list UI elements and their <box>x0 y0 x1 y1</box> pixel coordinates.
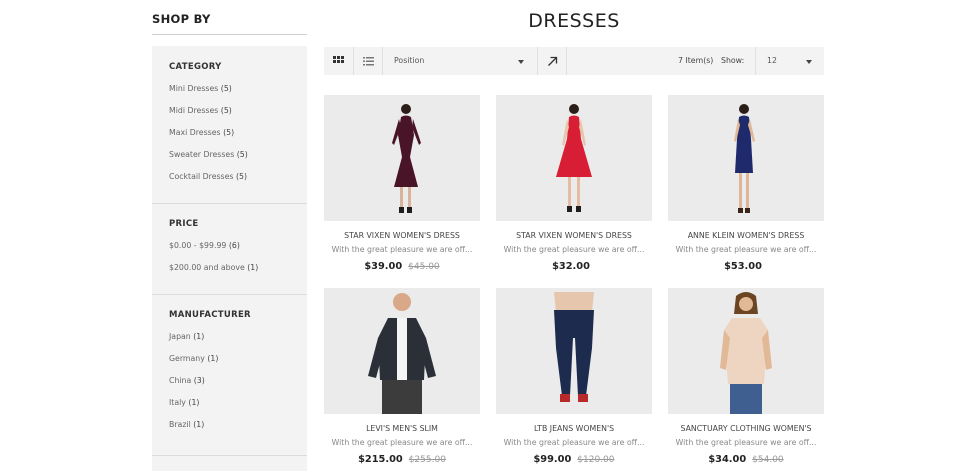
filter-item-cocktail-dresses[interactable]: Cocktail Dresses (5) <box>169 172 247 181</box>
shop-by-divider <box>152 34 307 35</box>
product-price-box: $99.00 $120.00 <box>496 454 652 465</box>
filter-panel: CATEGORY Mini Dresses (5) Midi Dresses (… <box>152 46 307 471</box>
list-view-button[interactable] <box>354 47 382 75</box>
sidebar: SHOP BY CATEGORY Mini Dresses (5) Midi D… <box>152 0 307 471</box>
product-price: $215.00 <box>358 454 403 465</box>
product-name[interactable]: STAR VIXEN WOMEN'S DRESS <box>496 231 652 240</box>
product-name[interactable]: ANNE KLEIN WOMEN'S DRESS <box>668 231 824 240</box>
show-limit-value: 12 <box>767 56 777 65</box>
sort-direction-button[interactable] <box>538 47 566 75</box>
filter-item-china[interactable]: China (3) <box>169 376 205 385</box>
product-price-box: $39.00 $45.00 <box>324 261 480 272</box>
shop-by-heading: SHOP BY <box>152 12 211 26</box>
filter-item-japan[interactable]: Japan (1) <box>169 332 204 341</box>
product-price: $99.00 <box>533 454 572 465</box>
filter-item-maxi-dresses[interactable]: Maxi Dresses (5) <box>169 128 234 137</box>
filter-item-sweater-dresses[interactable]: Sweater Dresses (5) <box>169 150 248 159</box>
filter-item-price-0-99[interactable]: $0.00 - $99.99 (6) <box>169 241 240 250</box>
sort-by-value: Position <box>394 56 425 65</box>
filter-divider <box>152 203 307 204</box>
list-icon <box>362 56 374 65</box>
filter-divider <box>152 455 307 456</box>
show-chevron-down-icon <box>806 60 812 64</box>
product-image-navy-dress[interactable] <box>668 95 824 221</box>
product-name[interactable]: SANCTUARY CLOTHING WOMEN'S <box>668 424 824 433</box>
product-description: With the great pleasure we are off... <box>675 438 817 447</box>
product-description: With the great pleasure we are off... <box>331 438 473 447</box>
product-price: $39.00 <box>364 261 403 272</box>
product-image-red-dress[interactable] <box>496 95 652 221</box>
filter-price-title: PRICE <box>169 219 199 229</box>
sort-chevron-down-icon <box>518 60 524 64</box>
product-price-box: $32.00 <box>496 261 652 272</box>
product-old-price: $255.00 <box>408 455 446 465</box>
product-price-box: $53.00 <box>668 261 824 272</box>
show-label: Show: <box>721 56 745 65</box>
product-price: $32.00 <box>552 261 590 272</box>
grid-icon <box>333 55 344 63</box>
product-name[interactable]: STAR VIXEN WOMEN'S DRESS <box>324 231 480 240</box>
filter-manufacturer-title: MANUFACTURER <box>169 310 251 320</box>
page-title: DRESSES <box>528 10 620 32</box>
product-description: With the great pleasure we are off... <box>503 438 645 447</box>
product-price: $53.00 <box>724 261 762 272</box>
filter-divider <box>152 294 307 295</box>
product-old-price: $45.00 <box>408 262 440 272</box>
toolbar: Position 7 Item(s) Show: 12 <box>324 47 824 75</box>
product-name[interactable]: LTB JEANS WOMEN'S <box>496 424 652 433</box>
product-price-box: $34.00 $54.00 <box>668 454 824 465</box>
product-description: With the great pleasure we are off... <box>331 245 473 254</box>
product-name[interactable]: LEVI'S MEN'S SLIM <box>324 424 480 433</box>
filter-item-price-200-up[interactable]: $200.00 and above (1) <box>169 263 258 272</box>
product-old-price: $120.00 <box>577 455 615 465</box>
product-image-blush-top[interactable] <box>668 288 824 414</box>
product-description: With the great pleasure we are off... <box>503 245 645 254</box>
grid-view-button[interactable] <box>324 47 353 75</box>
product-description: With the great pleasure we are off... <box>675 245 817 254</box>
product-price-box: $215.00 $255.00 <box>324 454 480 465</box>
arrow-up-right-icon <box>547 56 557 66</box>
product-image-maroon-dress[interactable] <box>324 95 480 221</box>
product-price: $34.00 <box>708 454 747 465</box>
items-count: 7 Item(s) <box>678 56 714 65</box>
product-image-skinny-jeans[interactable] <box>496 288 652 414</box>
filter-item-midi-dresses[interactable]: Midi Dresses (5) <box>169 106 232 115</box>
filter-item-italy[interactable]: Italy (1) <box>169 398 199 407</box>
filter-item-mini-dresses[interactable]: Mini Dresses (5) <box>169 84 232 93</box>
product-old-price: $54.00 <box>752 455 784 465</box>
product-image-denim-jacket[interactable] <box>324 288 480 414</box>
filter-item-brazil[interactable]: Brazil (1) <box>169 420 204 429</box>
toolbar-divider <box>566 47 567 75</box>
filter-item-germany[interactable]: Germany (1) <box>169 354 218 363</box>
filter-category-title: CATEGORY <box>169 62 222 72</box>
